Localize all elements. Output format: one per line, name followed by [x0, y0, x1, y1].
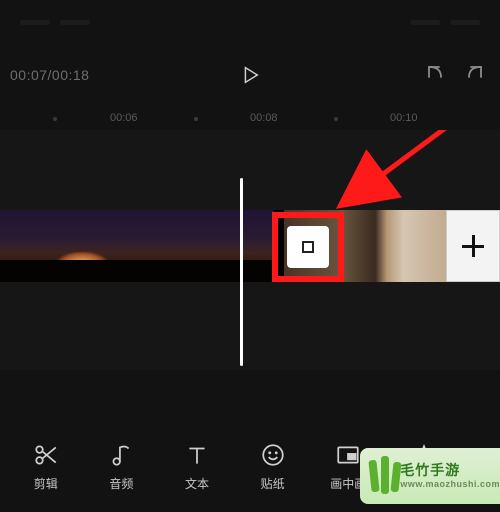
play-icon [239, 64, 261, 86]
play-button[interactable] [235, 60, 265, 90]
tool-label: 文本 [185, 475, 209, 492]
ruler-tick: 00:06 [110, 112, 138, 124]
tool-label: 贴纸 [261, 475, 285, 492]
ruler-tick: 00:10 [390, 112, 418, 124]
redo-button[interactable] [460, 60, 490, 90]
status-bar [0, 20, 500, 26]
redo-icon [463, 63, 487, 87]
clip-track[interactable] [0, 210, 500, 282]
annotation-highlight-box [272, 212, 344, 282]
undo-icon [423, 63, 447, 87]
time-indicator: 00:07/00:18 [10, 67, 89, 83]
tool-label: 音频 [109, 475, 133, 492]
tool-sticker[interactable]: 贴纸 [235, 441, 311, 492]
video-editor-screen: 00:07/00:18 00:06 00:08 00:10 [0, 0, 500, 512]
pip-icon [334, 441, 362, 469]
watermark: 毛竹手游 www.maozhushi.com [360, 448, 500, 504]
watermark-url: www.maozhushi.com [400, 479, 500, 490]
tool-label: 剪辑 [34, 475, 58, 492]
timeline-area[interactable] [0, 130, 500, 370]
tool-text[interactable]: 文本 [159, 441, 235, 492]
tool-cut[interactable]: 剪辑 [8, 441, 84, 492]
ruler-tick: 00:08 [250, 112, 278, 124]
sticker-icon [259, 441, 287, 469]
scissors-icon [32, 441, 60, 469]
text-icon [183, 441, 211, 469]
undo-button[interactable] [420, 60, 450, 90]
music-note-icon [107, 441, 135, 469]
add-clip-button[interactable] [446, 210, 500, 282]
watermark-title: 毛竹手游 [400, 462, 500, 479]
time-ruler[interactable]: 00:06 00:08 00:10 [0, 108, 500, 130]
playhead[interactable] [240, 178, 243, 366]
tool-audio[interactable]: 音频 [84, 441, 160, 492]
clip-1[interactable] [0, 210, 274, 282]
transport-bar: 00:07/00:18 [0, 55, 500, 95]
bamboo-icon [368, 456, 394, 496]
